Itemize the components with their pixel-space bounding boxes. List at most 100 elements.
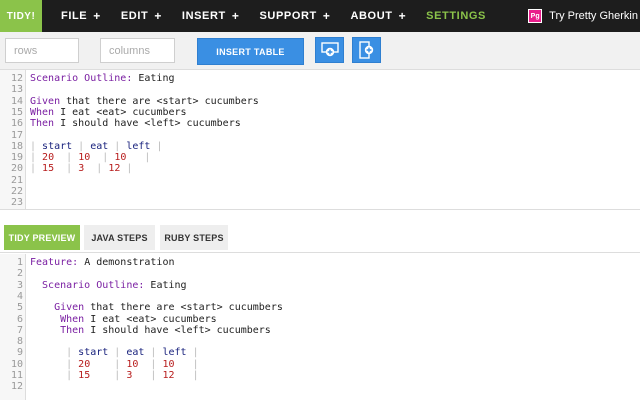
plus-icon: +: [398, 9, 407, 23]
preview-content[interactable]: 1 Feature: A demonstration 2 3 Scenario Out…: [0, 254, 640, 400]
line-number: 14: [10, 95, 23, 107]
line-number: 13: [10, 84, 23, 96]
code-token: |: [132, 370, 163, 381]
code-token: 12: [162, 370, 175, 381]
code-token: Eating: [150, 279, 187, 291]
code-token: start: [78, 347, 109, 359]
menu-edit-label: EDIT: [120, 10, 149, 22]
code-token: 20: [42, 152, 55, 164]
code-token: 10: [78, 152, 91, 164]
code-token: 20: [78, 358, 91, 370]
tab-tidy-preview[interactable]: TIDY PREVIEW: [4, 225, 80, 250]
menu-about-label: ABOUT: [350, 10, 393, 22]
line-number: 18: [10, 140, 23, 152]
code-text: Then I should have <left> cucumbers: [30, 118, 241, 129]
code-token: |: [54, 152, 79, 164]
code-text: Given that there are <start> cucumbers: [30, 302, 283, 313]
code-line: 11 | 15 | 3 | 12 |: [0, 370, 640, 381]
insert-table-button[interactable]: INSERT TABLE: [197, 38, 304, 65]
add-column-icon: [358, 41, 373, 59]
line-number: 12: [10, 73, 23, 84]
menu-settings[interactable]: SETTINGS: [416, 0, 496, 32]
code-token: |: [120, 163, 133, 175]
menu-about[interactable]: ABOUT +: [340, 0, 416, 32]
code-token: left: [162, 347, 187, 359]
tab-ruby-steps[interactable]: RUBY STEPS: [160, 225, 228, 250]
code-token: |: [186, 347, 199, 359]
code-token: |: [90, 358, 127, 370]
code-token: I should have <left> cucumbers: [54, 118, 241, 130]
code-line: 16 Then I should have <left> cucumbers: [0, 118, 640, 129]
code-token: eat: [126, 347, 145, 359]
line-number: 4: [16, 290, 23, 302]
code-token: |: [138, 358, 163, 370]
line-number: 3: [16, 279, 23, 291]
menu-edit[interactable]: EDIT +: [111, 0, 172, 32]
code-line: 21: [0, 175, 640, 186]
code-token: eat: [90, 140, 109, 152]
code-token: |: [30, 140, 43, 152]
code-token: |: [30, 163, 43, 175]
code-line: 12 Scenario Outline: Eating: [0, 73, 640, 84]
line-number: 21: [10, 174, 23, 186]
top-nav: TIDY! FILE + EDIT + INSERT + SUPPORT + A…: [0, 0, 640, 32]
app-logo[interactable]: TIDY!: [0, 0, 42, 32]
code-token: |: [126, 152, 151, 164]
code-token: |: [174, 358, 199, 370]
code-line: 17: [0, 130, 640, 141]
menu-insert[interactable]: INSERT +: [172, 0, 250, 32]
menu-support[interactable]: SUPPORT +: [249, 0, 340, 32]
code-line: 18 | start | eat | left |: [0, 141, 640, 152]
pretty-gherkin-link[interactable]: Pg Try Pretty Gherkin: [528, 0, 640, 32]
code-line: 4: [0, 291, 640, 302]
code-line: 15 When I eat <eat> cucumbers: [0, 107, 640, 118]
code-text: Scenario Outline: Eating: [30, 280, 187, 291]
insert-column-button[interactable]: [352, 37, 381, 63]
code-token: When: [30, 106, 55, 118]
editor-content[interactable]: 12 Scenario Outline: Eating 13 14 Given that…: [0, 70, 640, 209]
line-number: 1: [16, 257, 23, 268]
line-number: 6: [16, 313, 23, 325]
rows-input[interactable]: [5, 38, 79, 63]
add-row-icon: [320, 42, 339, 57]
code-token: |: [90, 370, 127, 381]
code-line: 2: [0, 268, 640, 279]
tidy-preview-panel[interactable]: 1 Feature: A demonstration 2 3 Scenario Out…: [0, 254, 640, 400]
columns-input[interactable]: [100, 38, 175, 63]
code-token: Feature:: [30, 257, 85, 268]
code-token: 15: [78, 370, 91, 381]
line-number: 19: [10, 152, 23, 164]
plus-icon: +: [154, 9, 162, 23]
menu-support-label: SUPPORT: [259, 10, 317, 22]
gherkin-editor[interactable]: 12 Scenario Outline: Eating 13 14 Given that…: [0, 70, 640, 210]
code-token: 10: [114, 152, 127, 164]
line-number: 5: [16, 302, 23, 314]
code-token: Given: [30, 95, 61, 107]
code-line: 14 Given that there are <start> cucumbers: [0, 96, 640, 107]
code-token: that there are <start> cucumbers: [60, 95, 259, 107]
code-token: |: [30, 152, 43, 164]
code-token: start: [42, 140, 73, 152]
code-text: | 15 | 3 | 12 |: [30, 163, 132, 174]
code-token: 10: [162, 358, 175, 370]
line-number: 11: [10, 370, 23, 381]
menu-file[interactable]: FILE +: [51, 0, 111, 32]
line-number: 12: [10, 381, 23, 393]
code-line: 9 | start | eat | left |: [0, 347, 640, 358]
code-line: 20 | 15 | 3 | 12 |: [0, 163, 640, 174]
toolbar: INSERT TABLE: [0, 32, 640, 70]
code-text: | 20 | 10 | 10 |: [30, 359, 199, 370]
code-text: | 20 | 10 | 10 |: [30, 152, 150, 163]
code-text: When I eat <eat> cucumbers: [30, 314, 217, 325]
tab-java-steps[interactable]: JAVA STEPS: [84, 225, 155, 250]
code-line: 13: [0, 84, 640, 95]
line-number: 2: [16, 268, 23, 280]
plus-icon: +: [322, 9, 331, 23]
code-token: |: [144, 347, 163, 359]
insert-row-button[interactable]: [315, 37, 344, 63]
plus-icon: +: [93, 9, 101, 23]
code-token: 10: [126, 358, 139, 370]
code-token: |: [90, 152, 115, 164]
line-number: 22: [10, 186, 23, 197]
code-token: Given: [30, 302, 85, 314]
